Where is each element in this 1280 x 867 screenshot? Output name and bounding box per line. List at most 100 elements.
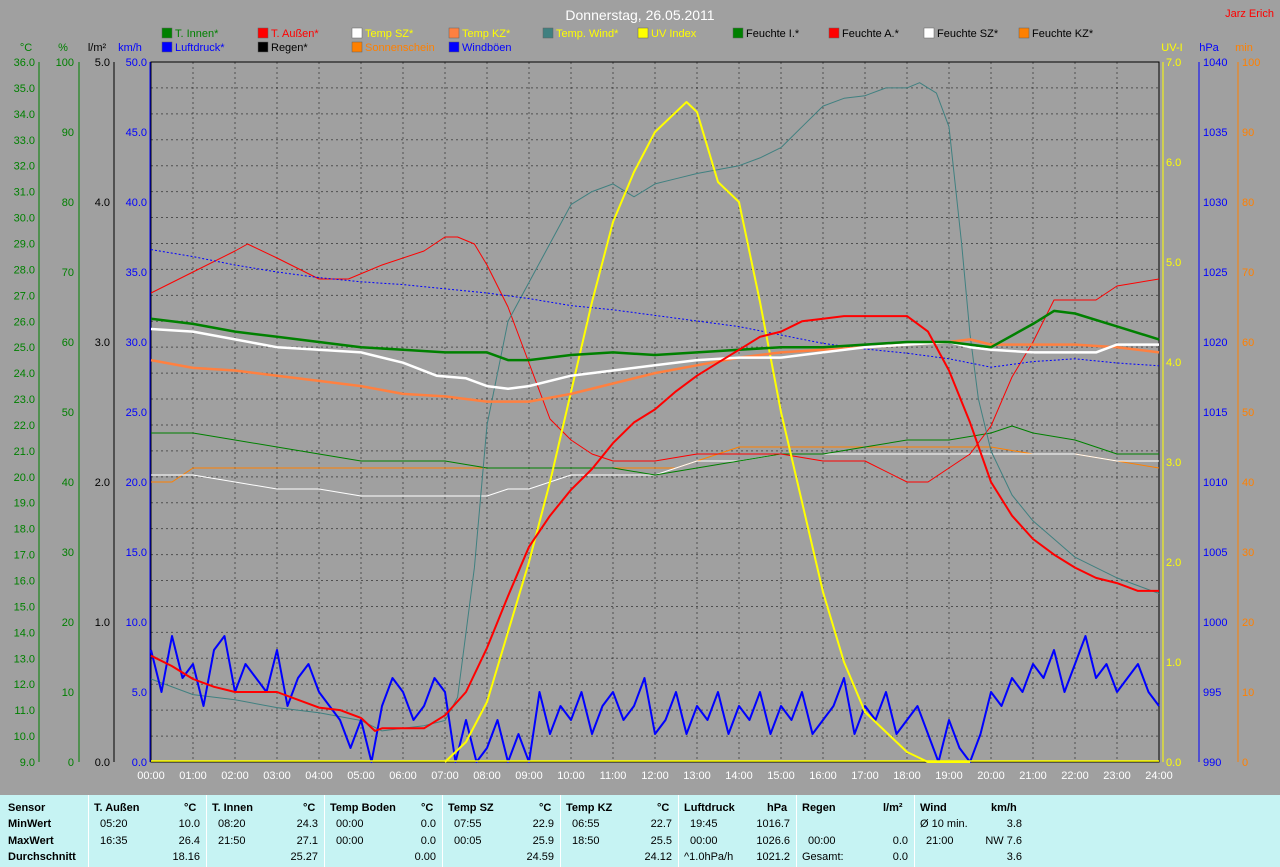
pressure-tick-label: 1025 bbox=[1203, 267, 1227, 279]
summary-col-aussen: T. Außen °C 05:20 10.0 16:35 26.4 18.16 bbox=[89, 795, 207, 867]
time-tick-label: 06:00 bbox=[389, 770, 417, 782]
rain-unit-label: l/m² bbox=[88, 42, 107, 54]
pressure-tick-label: 990 bbox=[1203, 757, 1221, 769]
legend-label: Windböen bbox=[462, 42, 512, 54]
wind-tick-label: 0.0 bbox=[132, 757, 147, 769]
time-tick-label: 21:00 bbox=[1019, 770, 1047, 782]
kz-unit: °C bbox=[657, 802, 670, 814]
celsius-tick-label: 12.0 bbox=[14, 679, 35, 691]
legend-label: Feuchte KZ* bbox=[1032, 28, 1094, 40]
legend-swatch bbox=[828, 27, 840, 39]
pressure-tick-label: 1010 bbox=[1203, 477, 1227, 489]
time-tick-label: 13:00 bbox=[683, 770, 711, 782]
time-tick-label: 20:00 bbox=[977, 770, 1005, 782]
minutes-tick-label: 0 bbox=[1242, 757, 1248, 769]
sz-max-time: 00:05 bbox=[454, 835, 482, 847]
minutes-tick-label: 30 bbox=[1242, 547, 1254, 559]
celsius-tick-label: 36.0 bbox=[14, 57, 35, 69]
luft-min-time: 19:45 bbox=[690, 818, 718, 830]
summary-col-innen: T. Innen °C 08:20 24.3 21:50 27.1 25.27 bbox=[207, 795, 325, 867]
legend-swatch bbox=[257, 41, 269, 53]
celsius-tick-label: 32.0 bbox=[14, 161, 35, 173]
time-tick-label: 15:00 bbox=[767, 770, 795, 782]
pressure-tick-label: 1005 bbox=[1203, 547, 1227, 559]
percent-tick-label: 20 bbox=[62, 617, 74, 629]
innen-min-value: 24.3 bbox=[296, 818, 318, 830]
legend-label: Luftdruck* bbox=[175, 42, 225, 54]
weather-chart: Donnerstag, 26.05.2011 Jarz Erich T. Inn… bbox=[14, 7, 1274, 782]
celsius-tick-label: 19.0 bbox=[14, 498, 35, 510]
legend-label: Temp SZ* bbox=[365, 28, 414, 40]
celsius-tick-label: 35.0 bbox=[14, 83, 35, 95]
time-tick-label: 23:00 bbox=[1103, 770, 1131, 782]
innen-min-time: 08:20 bbox=[218, 818, 246, 830]
aussen-min-value: 10.0 bbox=[178, 818, 200, 830]
minutes-unit-label: min bbox=[1235, 42, 1253, 54]
celsius-tick-label: 30.0 bbox=[14, 213, 35, 225]
legend-swatch bbox=[448, 27, 460, 39]
time-tick-label: 08:00 bbox=[473, 770, 501, 782]
chart-title: Donnerstag, 26.05.2011 bbox=[565, 7, 714, 23]
time-tick-label: 09:00 bbox=[515, 770, 543, 782]
celsius-tick-label: 23.0 bbox=[14, 394, 35, 406]
luft-header: Luftdruck bbox=[684, 802, 735, 814]
celsius-tick-label: 31.0 bbox=[14, 187, 35, 199]
uv-tick-label: 3.0 bbox=[1166, 457, 1181, 469]
innen-max-value: 27.1 bbox=[296, 835, 318, 847]
time-tick-label: 14:00 bbox=[725, 770, 753, 782]
percent-tick-label: 30 bbox=[62, 547, 74, 559]
legend-swatch bbox=[257, 27, 269, 39]
legend-swatch bbox=[542, 27, 554, 39]
summary-col-boden: Temp Boden °C 00:00 0.0 00:00 0.0 0.00 bbox=[325, 795, 443, 867]
wind-tick-label: 15.0 bbox=[126, 547, 147, 559]
pressure-tick-label: 1020 bbox=[1203, 337, 1227, 349]
celsius-tick-label: 26.0 bbox=[14, 316, 35, 328]
minutes-tick-label: 80 bbox=[1242, 197, 1254, 209]
uv-tick-label: 4.0 bbox=[1166, 357, 1181, 369]
sz-min-time: 07:55 bbox=[454, 818, 482, 830]
percent-tick-label: 60 bbox=[62, 337, 74, 349]
summary-table: Sensor MinWert MaxWert Durchschnitt T. A… bbox=[0, 795, 1280, 867]
celsius-tick-label: 13.0 bbox=[14, 653, 35, 665]
minutes-tick-label: 40 bbox=[1242, 477, 1254, 489]
kz-max-time: 18:50 bbox=[572, 835, 600, 847]
celsius-unit-label: °C bbox=[20, 42, 32, 54]
innen-unit: °C bbox=[303, 802, 316, 814]
celsius-tick-label: 33.0 bbox=[14, 135, 35, 147]
wind-tick-label: 10.0 bbox=[126, 617, 147, 629]
uv-tick-label: 0.0 bbox=[1166, 757, 1181, 769]
rain-tick-label: 1.0 bbox=[95, 617, 110, 629]
time-axis: 00:00 01:00 02:00 03:00 04:00 05:00 06:00 07:00… bbox=[137, 770, 1173, 782]
wind-avg10-value: 3.8 bbox=[1006, 818, 1022, 830]
aussen-header: T. Außen bbox=[94, 802, 140, 814]
boden-unit: °C bbox=[421, 802, 434, 814]
legend: T. Innen* T. Außen* Temp SZ* Temp KZ* Temp. … bbox=[161, 27, 1094, 54]
celsius-tick-label: 24.0 bbox=[14, 368, 35, 380]
boden-max-time: 00:00 bbox=[336, 835, 364, 847]
legend-swatch bbox=[448, 41, 460, 53]
rain-tick-label: 4.0 bbox=[95, 197, 110, 209]
luft-max-time: 00:00 bbox=[690, 835, 718, 847]
time-tick-label: 00:00 bbox=[137, 770, 165, 782]
boden-max-value: 0.0 bbox=[420, 835, 436, 847]
regen-total-label: Gesamt: bbox=[802, 851, 844, 863]
legend-label: Temp. Wind* bbox=[556, 28, 619, 40]
rain-tick-label: 2.0 bbox=[95, 477, 110, 489]
aussen-min-time: 05:20 bbox=[100, 818, 128, 830]
innen-header: T. Innen bbox=[212, 802, 253, 814]
celsius-tick-label: 17.0 bbox=[14, 550, 35, 562]
legend-swatch bbox=[351, 41, 363, 53]
uv-tick-label: 6.0 bbox=[1166, 157, 1181, 169]
legend-label: Feuchte A.* bbox=[842, 28, 900, 40]
wind-tick-label: 20.0 bbox=[126, 477, 147, 489]
minutes-tick-label: 90 bbox=[1242, 127, 1254, 139]
percent-unit-label: % bbox=[58, 42, 68, 54]
innen-max-time: 21:50 bbox=[218, 835, 246, 847]
pressure-tick-label: 1015 bbox=[1203, 407, 1227, 419]
rain-tick-label: 3.0 bbox=[95, 337, 110, 349]
aussen-max-value: 26.4 bbox=[178, 835, 200, 847]
sz-max-value: 25.9 bbox=[532, 835, 554, 847]
boden-avg-value: 0.00 bbox=[414, 851, 436, 863]
time-tick-label: 12:00 bbox=[641, 770, 669, 782]
rain-tick-label: 5.0 bbox=[95, 57, 110, 69]
